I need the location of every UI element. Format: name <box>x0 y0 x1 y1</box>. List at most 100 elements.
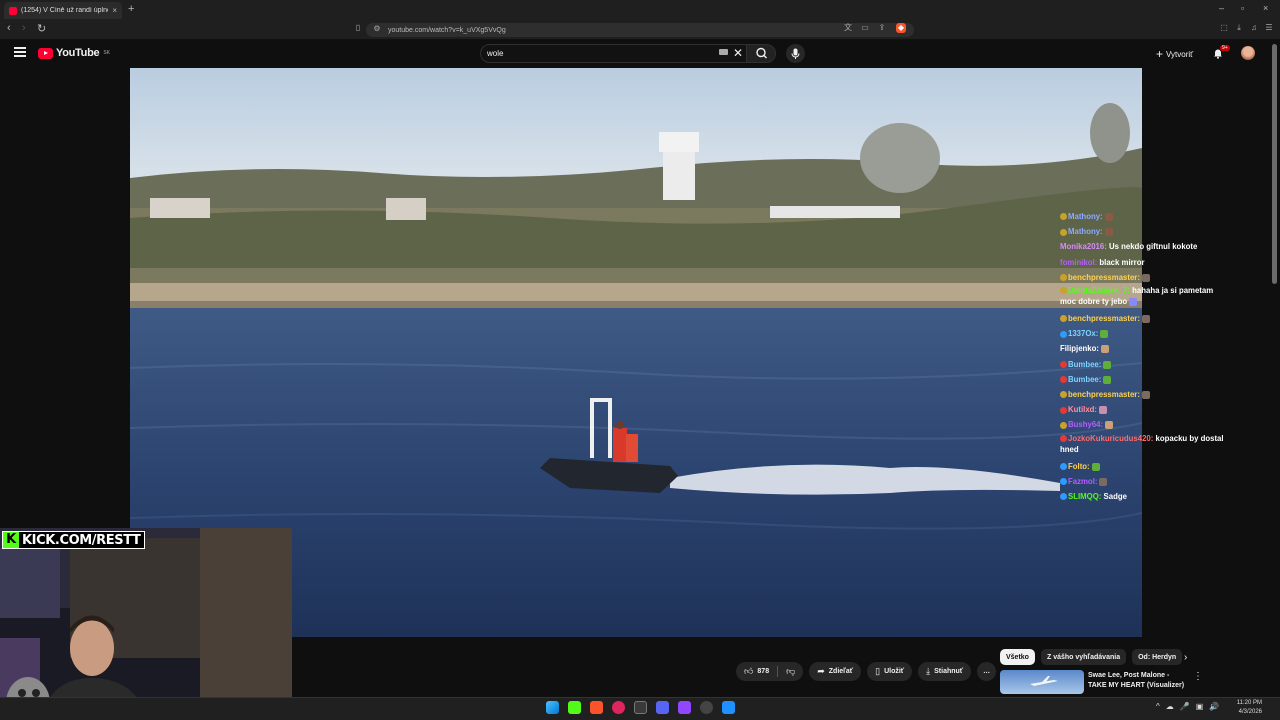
brave-shield-icon[interactable]: ◆ <box>896 23 906 33</box>
tab-title: (1254) V Číně už randí úplně… <box>21 7 109 14</box>
site-info-icon[interactable]: ⚙ <box>372 24 382 34</box>
media-icon[interactable]: ♫ <box>1249 23 1259 33</box>
download-icon: ⤓ <box>926 666 931 676</box>
voice-search-button[interactable] <box>786 44 805 63</box>
chip-next-arrow-icon[interactable]: › <box>1184 652 1187 663</box>
maps-pin-icon[interactable] <box>612 701 625 714</box>
chat-badge-icon <box>1060 406 1067 414</box>
chat-badge-icon <box>1060 435 1067 443</box>
more-actions-button[interactable]: … <box>977 662 997 681</box>
chat-emote-icon <box>1091 462 1100 471</box>
share-page-icon[interactable]: ⇪ <box>877 23 887 33</box>
chat-emote-icon <box>1104 212 1113 221</box>
chat-username: benchpressmaster: <box>1068 272 1140 282</box>
kick-logo-icon: K <box>3 532 19 548</box>
chat-message: Fazmol: <box>1060 474 1260 489</box>
chat-username: Mathony: <box>1068 227 1103 237</box>
share-button[interactable]: ➦ Zdieľať <box>809 662 862 681</box>
twitch-icon[interactable] <box>678 701 691 714</box>
cast-icon[interactable]: ▭ <box>860 23 870 33</box>
browser-tab[interactable]: (1254) V Číně už randí úplně… × <box>4 2 122 19</box>
chat-username: Mathony: <box>1068 212 1103 221</box>
youtube-logo[interactable]: YouTube SK <box>38 47 110 59</box>
reload-icon[interactable]: ↻ <box>37 22 46 35</box>
chat-badge-icon <box>1060 330 1067 338</box>
search-input[interactable]: wole <box>480 44 748 63</box>
chat-text: Us nekdo giftnul kokote <box>1108 242 1198 252</box>
downloads-icon[interactable]: ⤓ <box>1234 23 1244 33</box>
kick-brand-logo: K KICK.COM/RESTT <box>2 531 146 549</box>
create-button[interactable]: + Vytvoriť <box>1156 47 1193 61</box>
chat-badge-icon <box>1060 463 1067 471</box>
chat-message: Kutilxd: <box>1060 402 1260 417</box>
chat-badge-icon <box>1060 213 1067 221</box>
chat-username: Folto: <box>1068 461 1090 471</box>
onedrive-icon[interactable]: ☁ <box>1166 702 1174 711</box>
clock-time: 11:20 PM <box>1236 700 1262 706</box>
volume-icon[interactable]: 🔊 <box>1209 702 1219 711</box>
chat-emote-icon <box>1103 375 1112 384</box>
chat-badge-icon <box>1060 391 1067 399</box>
browser-menu-icon[interactable]: ☰ <box>1264 23 1274 33</box>
chat-username: Fazmol: <box>1068 476 1098 486</box>
recommendation-chips: Všetko Z vášho vyhľadávania Od: Herdyn <box>1000 649 1183 665</box>
network-icon[interactable]: ▣ <box>1196 702 1204 711</box>
chat-message: Filipjenko: <box>1060 341 1260 356</box>
microphone-tray-icon[interactable]: 🎤 <box>1180 702 1190 711</box>
chat-text: black mirror <box>1099 257 1145 267</box>
forward-icon[interactable]: › <box>22 22 26 34</box>
translate-icon[interactable]: 文 <box>843 23 853 33</box>
chip-all[interactable]: Všetko <box>1000 649 1035 665</box>
keyboard-icon[interactable] <box>719 49 728 55</box>
chat-message: Mathony: <box>1060 224 1260 239</box>
start-menu-icon[interactable] <box>546 701 559 714</box>
kick-app-icon[interactable] <box>568 701 581 714</box>
chip-from-channel[interactable]: Od: Herdyn <box>1132 649 1183 665</box>
chip-from-search[interactable]: Z vášho vyhľadávania <box>1040 649 1127 665</box>
chat-badge-icon <box>1060 228 1067 236</box>
recommendation-title[interactable]: Swae Lee, Post Malone - TAKE MY HEART (V… <box>1088 671 1188 691</box>
taskbar-clock[interactable]: 11:20 PM 4/3/2026 <box>1228 699 1262 717</box>
chat-badge-icon <box>1060 376 1067 384</box>
page-scrollbar[interactable] <box>1272 44 1277 284</box>
like-count[interactable]: 878 <box>757 668 769 675</box>
chat-username: fominikol: <box>1060 257 1098 267</box>
chat-emote-icon <box>1129 297 1138 306</box>
chat-message: Mathony: <box>1060 209 1260 224</box>
obs-icon[interactable] <box>700 701 713 714</box>
url-text: youtube.com/watch?v=k_uVXg5VvQg <box>388 26 506 34</box>
chat-message: benchpressmaster: <box>1060 387 1260 402</box>
brave-browser-icon[interactable] <box>590 701 603 714</box>
extensions-icon[interactable]: ⬚ <box>1219 23 1229 33</box>
new-tab-button[interactable]: + <box>128 3 134 15</box>
chat-emote-icon <box>1099 406 1108 415</box>
thumbs-up-icon[interactable]: 👍︎ <box>744 666 753 677</box>
bookmark-icon[interactable]: ▯ <box>353 23 363 33</box>
clear-search-icon[interactable]: ✕ <box>733 46 743 60</box>
tray-overflow-icon[interactable]: ^ <box>1156 702 1160 711</box>
back-icon[interactable]: ‹ <box>7 22 11 34</box>
thumbs-down-icon[interactable]: 👎︎ <box>786 666 795 677</box>
discord-icon[interactable] <box>656 701 669 714</box>
hamburger-menu-icon[interactable] <box>14 47 26 57</box>
recommendation-thumbnail[interactable] <box>1000 670 1084 694</box>
tab-close-button[interactable]: × <box>112 6 117 15</box>
recommendation-menu-icon[interactable]: ⋮ <box>1193 671 1203 682</box>
account-avatar[interactable] <box>1241 46 1255 60</box>
chat-username: benchpressmaster: <box>1068 314 1140 324</box>
download-button[interactable]: ⤓ Stiahnuť <box>918 662 972 681</box>
minimize-button[interactable]: – <box>1219 3 1224 13</box>
terminal-icon[interactable] <box>634 701 647 714</box>
save-button[interactable]: ▯ Uložiť <box>867 662 913 681</box>
chat-username: benchpressmaster: <box>1068 390 1140 400</box>
save-label: Uložiť <box>884 668 905 675</box>
app-icon[interactable] <box>722 701 735 714</box>
chat-message: Bushy64: <box>1060 417 1260 432</box>
maximize-button[interactable]: ▫ <box>1241 3 1244 13</box>
search-button[interactable] <box>746 44 776 63</box>
chat-message: DandaZabijak_7: hahaha ja si pametam moc… <box>1060 285 1230 307</box>
browser-tab-bar <box>0 0 1280 20</box>
url-bar[interactable]: youtube.com/watch?v=k_uVXg5VvQg <box>366 23 914 37</box>
chat-username: Bumbee: <box>1068 374 1102 384</box>
window-close-button[interactable]: × <box>1263 3 1268 13</box>
